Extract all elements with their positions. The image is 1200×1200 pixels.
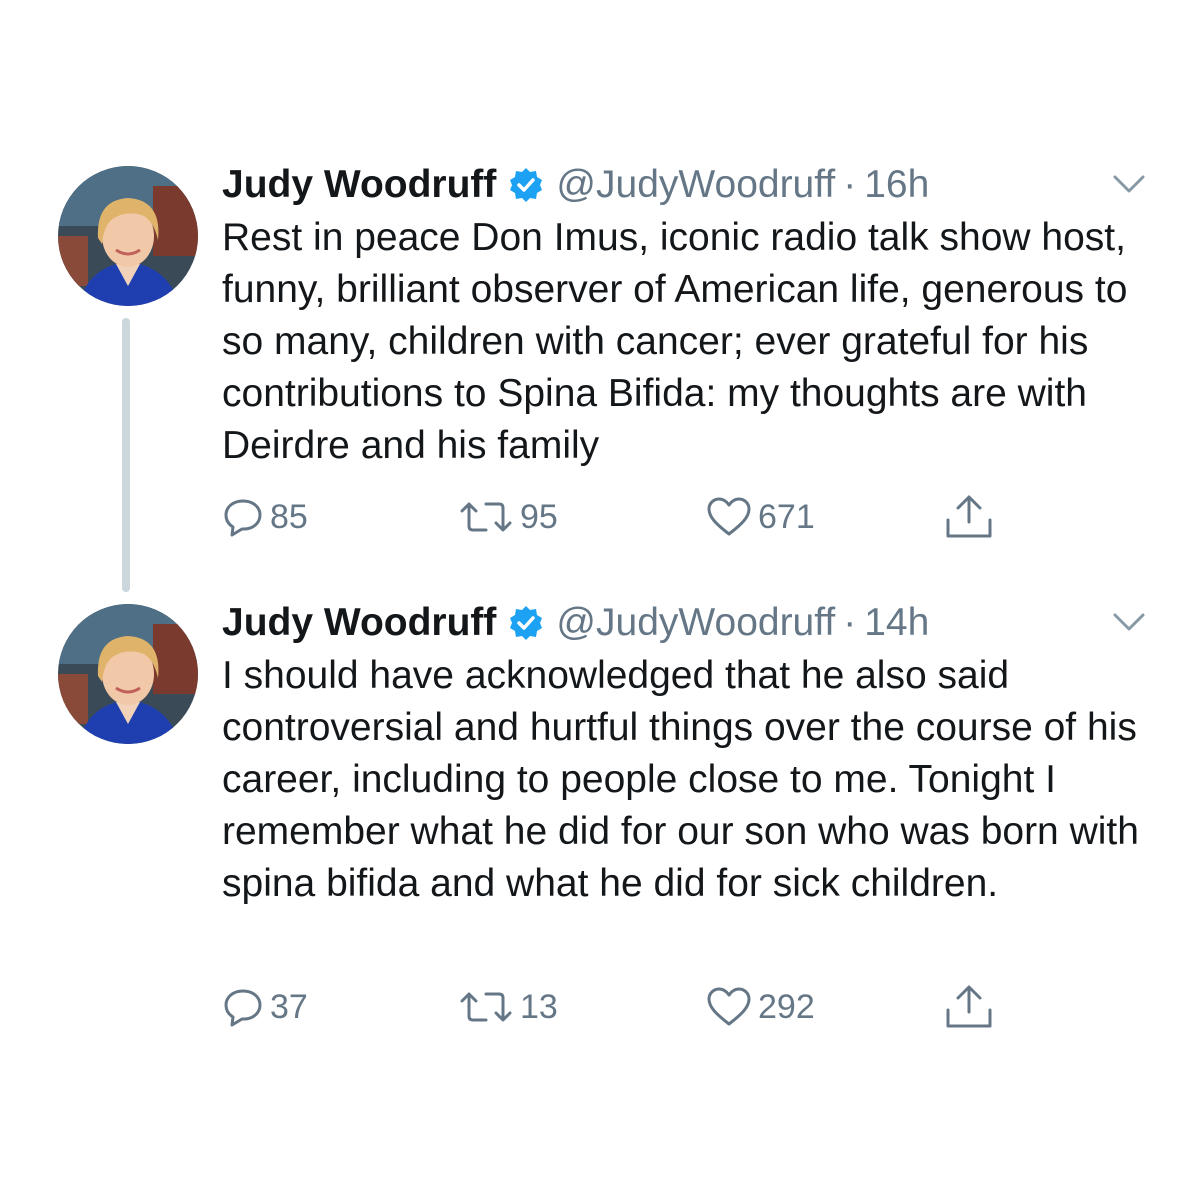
reply-icon	[222, 496, 264, 538]
like-count: 671	[758, 497, 815, 536]
tweet-header: Judy Woodruff @JudyWoodruff · 16h	[222, 160, 929, 210]
reply-icon	[222, 986, 264, 1028]
retweet-button[interactable]: 95	[458, 492, 558, 542]
retweet-icon	[458, 496, 514, 538]
tweet-text: I should have acknowledged that he also …	[222, 654, 1139, 905]
avatar[interactable]	[58, 604, 198, 744]
tweet-header: Judy Woodruff @JudyWoodruff · 14h	[222, 598, 929, 648]
timestamp[interactable]: 16h	[864, 161, 929, 209]
reply-button[interactable]: 37	[222, 982, 308, 1032]
thread-line	[122, 318, 130, 592]
like-button[interactable]: 292	[706, 982, 815, 1032]
author-handle[interactable]: @JudyWoodruff	[556, 599, 835, 647]
like-icon	[706, 496, 752, 538]
reply-count: 85	[270, 497, 308, 536]
retweet-button[interactable]: 13	[458, 982, 558, 1032]
verified-badge-icon	[508, 167, 544, 203]
like-count: 292	[758, 987, 815, 1026]
avatar[interactable]	[58, 166, 198, 306]
share-button[interactable]	[944, 492, 994, 542]
verified-badge-icon	[508, 605, 544, 641]
author-name[interactable]: Judy Woodruff	[222, 161, 496, 209]
caret-down-icon[interactable]	[1112, 172, 1146, 196]
reply-count: 37	[270, 987, 308, 1026]
tweet-text: Rest in peace Don Imus, iconic radio tal…	[222, 216, 1128, 467]
separator-dot: ·	[843, 163, 857, 206]
share-icon	[944, 984, 994, 1030]
tweet-actions: 37 13 292	[222, 982, 1122, 1032]
retweet-icon	[458, 986, 514, 1028]
author-name[interactable]: Judy Woodruff	[222, 599, 496, 647]
like-icon	[706, 986, 752, 1028]
timestamp[interactable]: 14h	[864, 599, 929, 647]
retweet-count: 13	[520, 987, 558, 1026]
share-icon	[944, 494, 994, 540]
tweet-actions: 85 95 671	[222, 492, 1122, 542]
reply-button[interactable]: 85	[222, 492, 308, 542]
like-button[interactable]: 671	[706, 492, 815, 542]
retweet-count: 95	[520, 497, 558, 536]
separator-dot: ·	[843, 601, 857, 644]
caret-down-icon[interactable]	[1112, 610, 1146, 634]
share-button[interactable]	[944, 982, 994, 1032]
author-handle[interactable]: @JudyWoodruff	[556, 161, 835, 209]
